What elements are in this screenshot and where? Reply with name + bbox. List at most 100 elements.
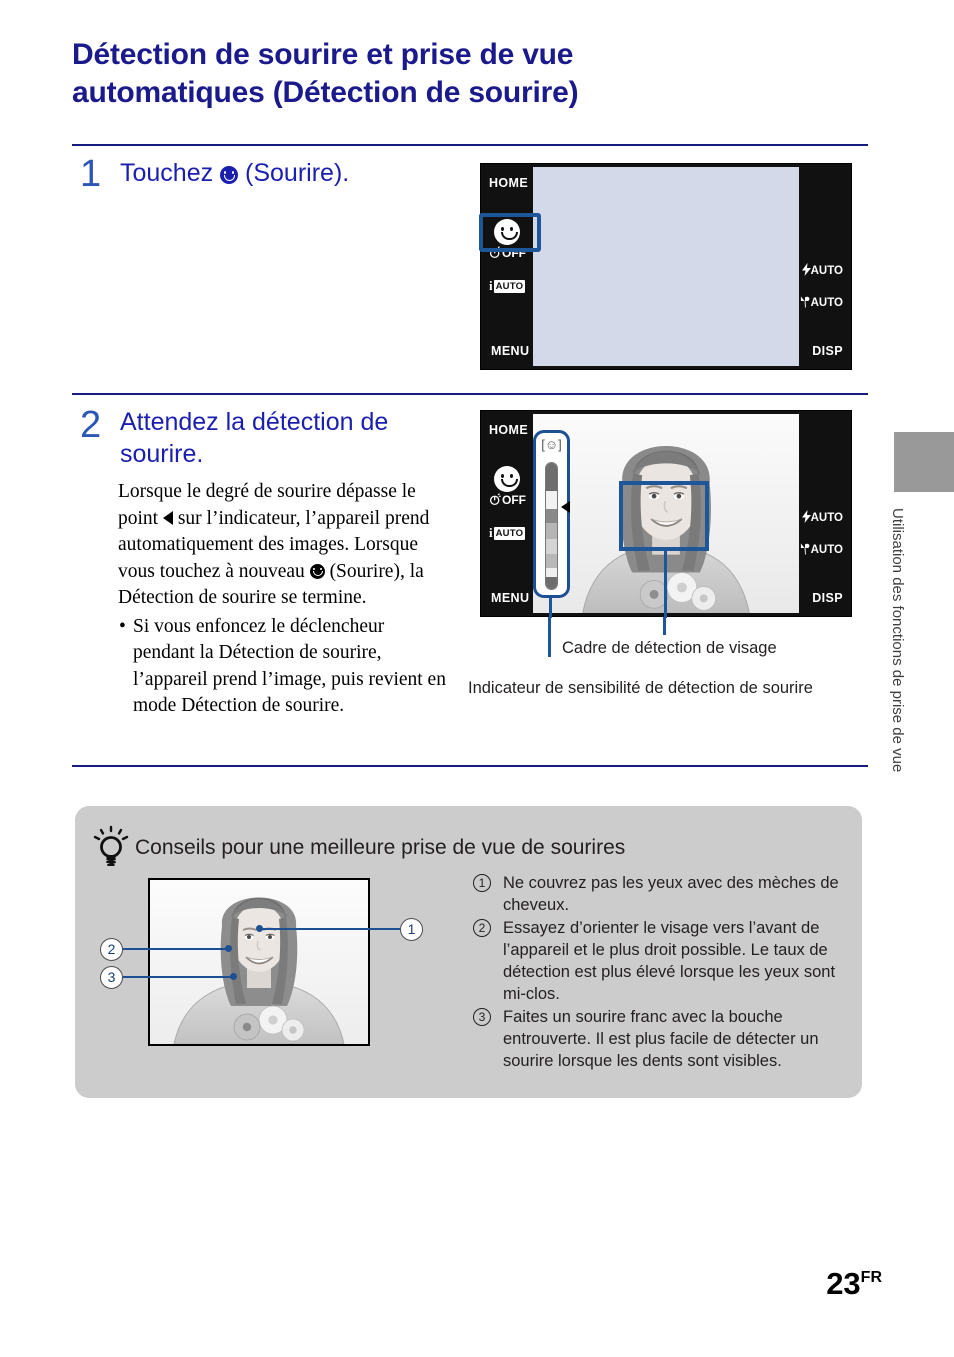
lcd-home-button[interactable]: HOME — [489, 176, 528, 190]
document-page: Détection de sourire et prise de vue aut… — [0, 0, 954, 1357]
lcd-disp-button[interactable]: DISP — [812, 344, 843, 358]
smile-icon — [309, 563, 325, 579]
page-number-value: 23 — [826, 1266, 861, 1301]
lcd-iauto-label: AUTO — [493, 279, 526, 293]
step-1-heading: Touchez (Sourire). — [120, 157, 460, 189]
chapter-side-label: Utilisation des fonctions de prise de vu… — [889, 508, 906, 773]
meter-segment — [546, 463, 557, 491]
callout-2: 2 — [100, 938, 123, 961]
callout-line-3 — [123, 976, 234, 979]
lcd-home-button[interactable]: HOME — [489, 423, 528, 437]
chapter-tab-marker — [894, 432, 954, 492]
step-2-heading-line-2: sourire. — [120, 440, 204, 468]
smile-meter-bracket-label: [☺] — [541, 437, 562, 452]
lcd-flash-icon[interactable]: AUTO — [801, 263, 843, 277]
smile-meter-track — [545, 462, 558, 590]
leader-line-indicator-ext — [548, 617, 551, 657]
triangle-left-icon — [561, 501, 570, 513]
iauto-i-glyph: i — [489, 278, 493, 293]
callout-1: 1 — [400, 918, 423, 941]
lcd-macro-label: AUTO — [810, 297, 843, 309]
step-1-number: 1 — [80, 153, 102, 195]
meter-segment — [546, 491, 557, 509]
meter-segment — [546, 577, 557, 589]
lcd-left-column — [481, 164, 533, 369]
step-2-number: 2 — [80, 404, 102, 446]
lcd-flash-label: AUTO — [810, 512, 843, 524]
tips-item-number: 2 — [473, 918, 491, 937]
lcd-iauto-label: AUTO — [493, 526, 526, 540]
face-detection-frame — [619, 481, 709, 551]
smile-sensitivity-indicator: [☺] — [533, 430, 570, 598]
lcd-iauto-icon[interactable]: i AUTO — [489, 278, 526, 294]
section-divider-top — [72, 144, 868, 146]
tips-list-item: 1 Ne couvrez pas les yeux avec des mèche… — [473, 872, 858, 917]
lcd-macro-label: AUTO — [810, 544, 843, 556]
meter-segment — [546, 554, 557, 568]
tips-list-item: 3 Faites un sourire franc avec la bouche… — [473, 1006, 858, 1073]
flash-bolt-icon — [801, 263, 811, 276]
macro-flower-icon — [800, 296, 810, 308]
page-title: Détection de sourire et prise de vue aut… — [72, 36, 812, 112]
lcd-macro-icon[interactable]: AUTO — [800, 295, 843, 309]
tips-item-text: Faites un sourire franc avec la bouche e… — [503, 1007, 819, 1071]
leader-line-indicator — [549, 598, 552, 618]
tips-item-text: Essayez d’orienter le visage vers l’avan… — [503, 918, 836, 1004]
step-2-heading-line-1: Attendez la détection de — [120, 408, 389, 436]
caption-sensitivity-indicator: Indicateur de sensibilité de détection d… — [468, 679, 813, 697]
callout-line-1 — [260, 928, 400, 931]
highlight-box-smile-button — [479, 213, 541, 252]
tips-title: Conseils pour une meilleure prise de vue… — [135, 836, 626, 859]
caption-face-frame: Cadre de détection de visage — [562, 639, 777, 657]
tips-item-number: 1 — [473, 874, 491, 892]
step-2-body: Lorsque le degré de sourire dépasse le p… — [118, 479, 448, 720]
meter-segment — [546, 539, 557, 554]
lcd-selftimer-icon[interactable]: OFF — [489, 493, 526, 507]
lcd-left-column — [481, 411, 533, 616]
page-title-line-1: Détection de sourire et prise de vue — [72, 38, 574, 71]
tips-item-number: 3 — [473, 1007, 491, 1026]
lcd-menu-button[interactable]: MENU — [491, 591, 529, 605]
flash-bolt-icon — [801, 510, 811, 523]
meter-segment — [546, 568, 557, 577]
step-1-heading-after: (Sourire). — [245, 159, 350, 187]
lcd-flash-icon[interactable]: AUTO — [801, 510, 843, 524]
lcd-screen-step-2: HOME MENU DISP OFF i AUTO AUTO AUTO [☺] — [480, 410, 852, 618]
lcd-menu-button[interactable]: MENU — [491, 344, 529, 358]
lcd-selftimer-label: OFF — [502, 493, 526, 507]
iauto-i-glyph: i — [489, 525, 493, 540]
meter-segment — [546, 523, 557, 539]
tips-item-text: Ne couvrez pas les yeux avec des mèches … — [503, 874, 839, 915]
leader-line-face-frame — [664, 551, 667, 618]
lcd-viewport — [533, 167, 799, 366]
triangle-left-icon — [162, 510, 173, 525]
tips-portrait-photo — [150, 880, 368, 1044]
tips-photo — [148, 878, 370, 1046]
step-1-heading-before: Touchez — [120, 159, 214, 187]
section-divider-bottom — [72, 765, 868, 767]
smile-icon — [220, 166, 239, 184]
callout-3: 3 — [100, 966, 123, 989]
lcd-smile-icon[interactable] — [494, 466, 520, 492]
lightbulb-icon — [93, 825, 129, 866]
leader-line-face-frame-ext — [663, 617, 666, 635]
lcd-flash-label: AUTO — [810, 265, 843, 277]
lcd-screen-step-1: HOME MENU DISP OFF i AUTO AUTO AUTO — [479, 163, 852, 370]
step-2-heading: Attendez la détection de sourire. — [120, 406, 450, 470]
step-2-bullet-list: Si vous enfoncez le déclencheur pendant … — [118, 614, 448, 720]
lcd-iauto-icon[interactable]: i AUTO — [489, 525, 526, 541]
selftimer-glyph-icon — [489, 493, 501, 506]
page-title-line-2: automatiques (Détection de sourire) — [72, 76, 579, 109]
section-divider-middle — [72, 393, 868, 395]
lcd-macro-icon[interactable]: AUTO — [800, 542, 843, 556]
page-number-suffix: FR — [860, 1269, 882, 1286]
meter-segment — [546, 509, 557, 523]
tips-list-item: 2 Essayez d’orienter le visage vers l’av… — [473, 917, 858, 1006]
step-2-paragraph: Lorsque le degré de sourire dépasse le p… — [118, 479, 448, 612]
step-2-bullet-item: Si vous enfoncez le déclencheur pendant … — [118, 614, 448, 720]
lcd-disp-button[interactable]: DISP — [812, 591, 843, 605]
callout-line-2 — [123, 948, 229, 951]
macro-flower-icon — [800, 543, 810, 555]
tips-list: 1 Ne couvrez pas les yeux avec des mèche… — [473, 872, 858, 1073]
page-number: 23FR — [826, 1266, 882, 1302]
